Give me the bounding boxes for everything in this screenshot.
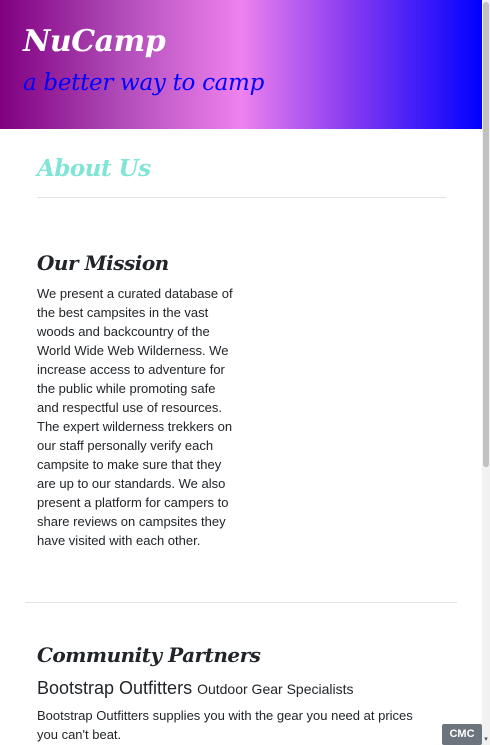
- cmc-badge[interactable]: CMC: [442, 724, 482, 745]
- mission-heading: Our Mission: [37, 251, 169, 275]
- scrollbar-thumb[interactable]: [483, 2, 489, 467]
- scroll-down-icon[interactable]: ▾: [483, 736, 489, 743]
- brand-title: NuCamp: [23, 24, 166, 59]
- section-divider: [25, 602, 457, 603]
- mission-text: We present a curated database of the bes…: [37, 286, 233, 548]
- partner-name: Bootstrap Outfitters: [37, 678, 198, 698]
- scrollbar[interactable]: ▾: [482, 0, 490, 745]
- brand-tagline: a better way to camp: [23, 70, 264, 96]
- partner-description: Bootstrap Outfitters supplies you with t…: [37, 708, 413, 742]
- header-jumbotron: NuCamp a better way to camp: [0, 0, 482, 129]
- title-divider: [37, 197, 446, 198]
- page-title: About Us: [37, 155, 151, 182]
- partner-heading: Bootstrap Outfitters Outdoor Gear Specia…: [37, 678, 353, 699]
- partners-heading: Community Partners: [37, 643, 261, 667]
- partner-subtitle: Outdoor Gear Specialists: [197, 681, 354, 697]
